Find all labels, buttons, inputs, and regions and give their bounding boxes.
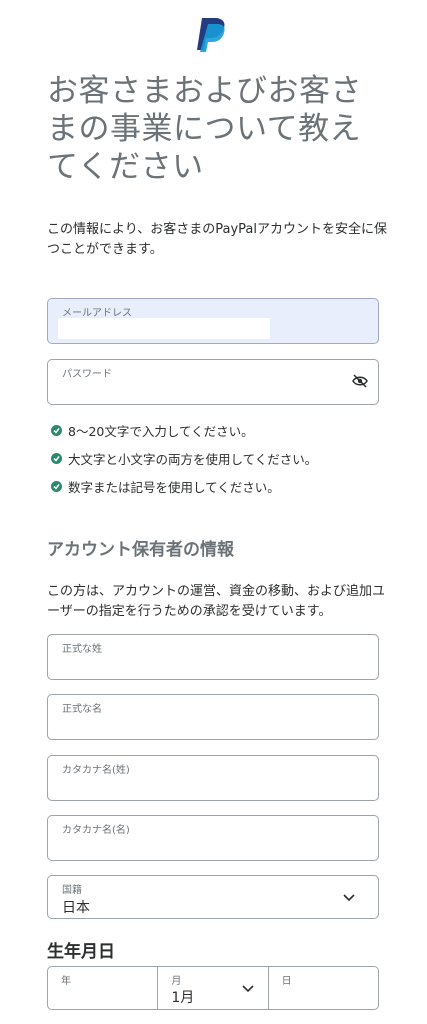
holder-section-description: この方は、アカウントの運営、資金の移動、および追加ユーザーの指定を行うための承認… [47,584,386,619]
kana-first-name-field[interactable]: カタカナ名(名) [47,815,379,861]
dob-title: 生年月日 [47,942,115,962]
dob-month-label: 月 [171,976,182,987]
requirement-text: 大文字と小文字の両方を使用してください。 [68,451,318,467]
requirement-text: 8～20文字で入力してください。 [68,423,254,439]
email-field[interactable]: メールアドレス [47,298,379,344]
dob-day-field[interactable]: 日 [269,967,378,1009]
email-value-redacted [58,318,270,339]
signup-page: お客さまおよびお客さまの事業について教えてください この情報により、お客さまのP… [0,0,427,1024]
nationality-label: 国籍 [62,885,82,896]
kana-first-name-label: カタカナ名(名) [62,825,130,836]
intro-text: この情報により、お客さまのPayPalアカウントを安全に保つことができます。 [47,222,387,257]
paypal-logo-icon [197,18,225,52]
dob-month-select[interactable]: 月 1月 [158,967,269,1009]
eye-hidden-icon[interactable] [352,374,368,388]
password-label: パスワード [62,369,112,380]
dob-year-field[interactable]: 年 [48,967,159,1009]
dob-day-label: 日 [281,976,292,987]
kana-last-name-field[interactable]: カタカナ名(姓) [47,755,379,801]
first-name-label: 正式な名 [62,704,102,715]
nationality-select[interactable]: 国籍 日本 [47,875,379,919]
holder-section-title: アカウント保有者の情報 [47,540,234,560]
dob-month-value: 1月 [171,990,195,1006]
first-name-field[interactable]: 正式な名 [47,694,379,740]
chevron-down-icon [343,894,355,902]
chevron-down-icon [242,985,254,993]
kana-last-name-label: カタカナ名(姓) [62,765,130,776]
requirement-case: 大文字と小文字の両方を使用してください。 [51,444,317,472]
last-name-label: 正式な姓 [62,644,102,655]
password-requirements: 8～20文字で入力してください。 大文字と小文字の両方を使用してください。 数字… [51,416,317,500]
page-title: お客さまおよびお客さまの事業について教えてください [47,73,362,185]
nationality-value: 日本 [62,900,90,916]
email-label: メールアドレス [62,308,132,319]
check-icon [51,452,62,464]
requirement-symbol: 数字または記号を使用してください。 [51,472,317,500]
check-icon [51,480,62,492]
password-field[interactable]: パスワード [47,359,379,405]
dob-group: 年 月 1月 日 [47,966,379,1010]
requirement-length: 8～20文字で入力してください。 [51,416,317,444]
check-icon [51,424,62,436]
last-name-field[interactable]: 正式な姓 [47,634,379,680]
requirement-text: 数字または記号を使用してください。 [68,479,280,495]
dob-year-label: 年 [61,976,71,987]
